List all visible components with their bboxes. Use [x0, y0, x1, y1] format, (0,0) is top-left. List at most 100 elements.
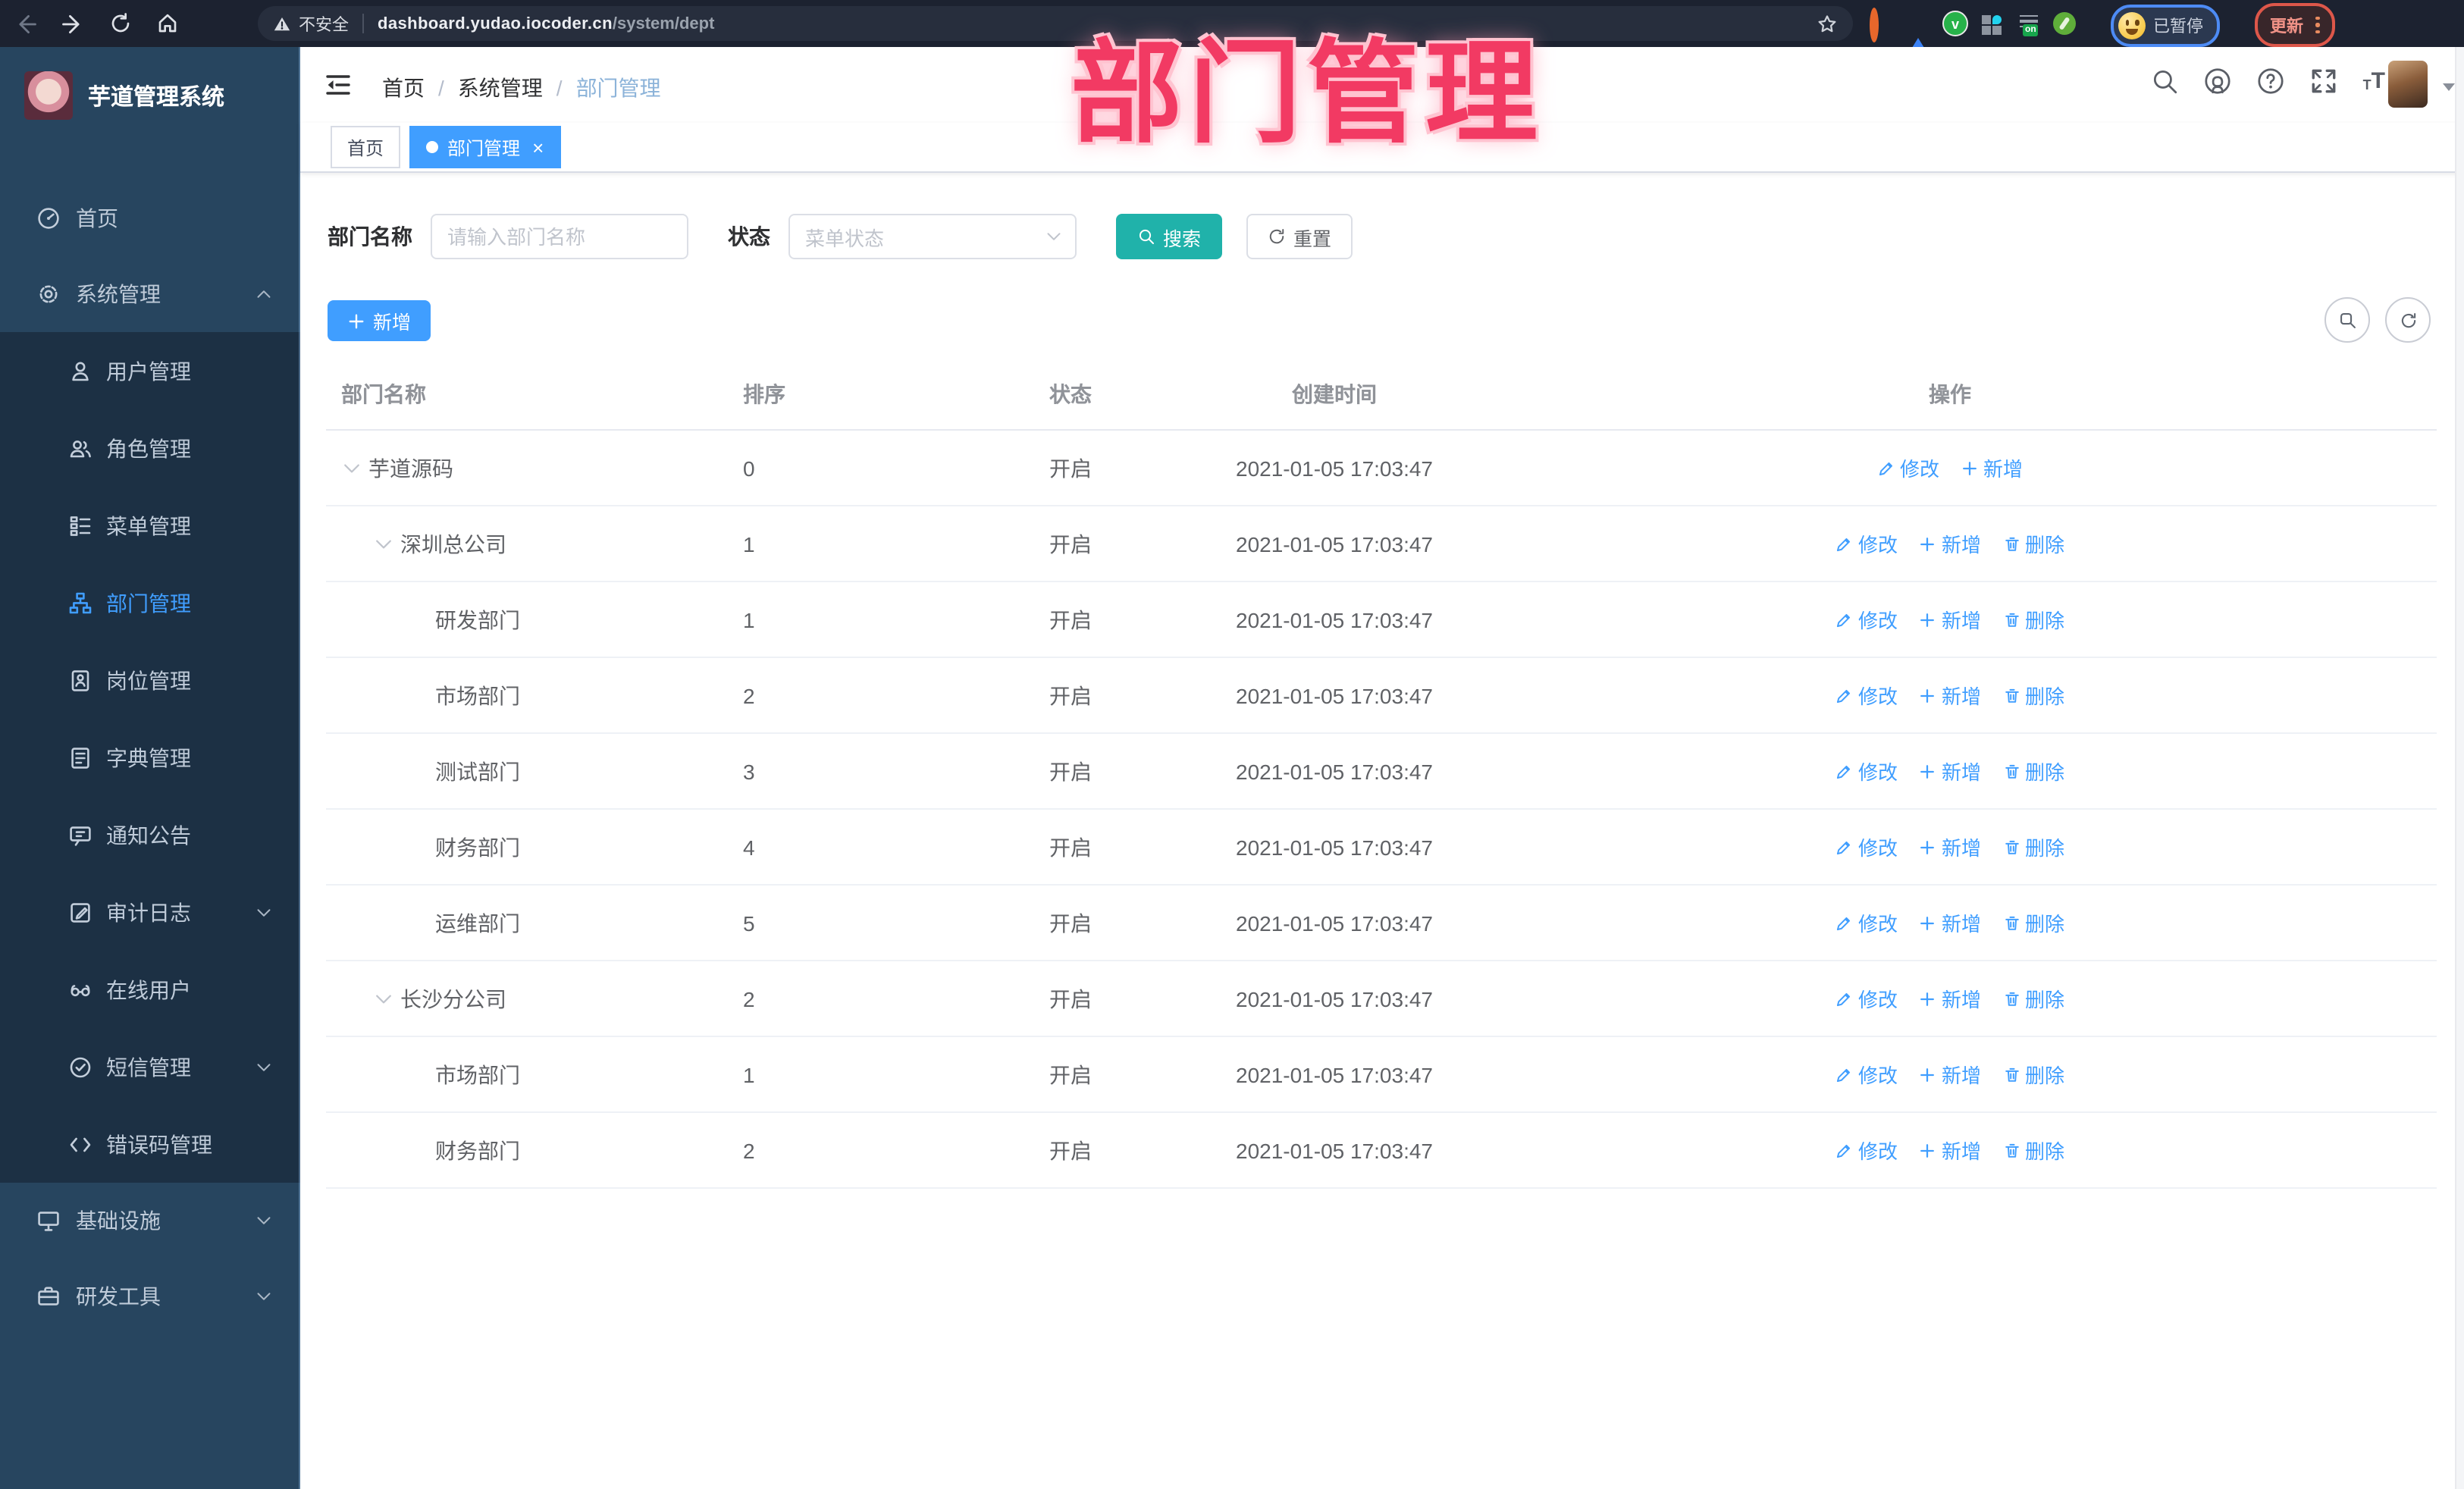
dept-name-input[interactable] [431, 214, 688, 259]
header-search-icon[interactable] [2151, 67, 2180, 96]
sidebar-item-审计日志[interactable]: 审计日志 [0, 873, 300, 951]
sidebar-item-部门管理[interactable]: 部门管理 [0, 564, 300, 641]
trash-icon [2002, 1141, 2020, 1159]
row-action-删除[interactable]: 删除 [2002, 908, 2064, 937]
fullscreen-icon[interactable] [2310, 67, 2339, 96]
sidebar-fold-icon[interactable] [324, 73, 352, 97]
badge-icon [68, 668, 92, 692]
sidebar-item-首页[interactable]: 首页 [0, 180, 300, 256]
row-action-删除[interactable]: 删除 [2002, 681, 2064, 710]
sidebar-item-岗位管理[interactable]: 岗位管理 [0, 641, 300, 719]
row-action-删除[interactable]: 删除 [2002, 984, 2064, 1013]
blue-gem-extension-icon[interactable] [1906, 11, 1930, 57]
sidebar-item-通知公告[interactable]: 通知公告 [0, 796, 300, 873]
sidebar-item-系统管理[interactable]: 系统管理 [0, 256, 300, 332]
row-action-新增[interactable]: 新增 [1919, 1136, 1981, 1165]
tab-dept[interactable]: 部门管理 × [409, 126, 561, 168]
tree-expand-icon[interactable] [341, 457, 362, 478]
row-action-新增[interactable]: 新增 [1919, 984, 1981, 1013]
squares-drop-extension-icon[interactable] [1980, 11, 2005, 36]
row-action-新增[interactable]: 新增 [1919, 605, 1981, 634]
tree-expand-icon[interactable] [373, 988, 394, 1009]
row-action-新增[interactable]: 新增 [1919, 681, 1981, 710]
browser-profile-chip[interactable]: 已暂停 [2111, 5, 2220, 47]
orange-ring-extension-icon[interactable] [1870, 7, 1894, 42]
row-action-修改[interactable]: 修改 [1835, 529, 1898, 558]
row-action-新增[interactable]: 新增 [1919, 1060, 1981, 1089]
row-action-删除[interactable]: 删除 [2002, 1136, 2064, 1165]
refresh-table-button[interactable] [2385, 297, 2431, 343]
breadcrumb-home[interactable]: 首页 [382, 73, 425, 103]
sidebar-item-字典管理[interactable]: 字典管理 [0, 719, 300, 796]
row-action-修改[interactable]: 修改 [1835, 908, 1898, 937]
row-action-修改[interactable]: 修改 [1835, 984, 1898, 1013]
help-icon[interactable] [2257, 67, 2286, 96]
row-action-修改[interactable]: 修改 [1877, 453, 1939, 482]
plus-icon [1919, 534, 1937, 553]
security-warning: 不安全 [273, 11, 349, 36]
chevron-up-icon [255, 285, 273, 303]
row-action-删除[interactable]: 删除 [2002, 529, 2064, 558]
row-action-修改[interactable]: 修改 [1835, 681, 1898, 710]
sidebar-item-短信管理[interactable]: 短信管理 [0, 1028, 300, 1105]
user-menu-caret-icon[interactable] [2443, 83, 2455, 97]
page-scrollbar[interactable] [2455, 47, 2464, 1489]
sidebar-item-用户管理[interactable]: 用户管理 [0, 332, 300, 409]
sidebar-item-菜单管理[interactable]: 菜单管理 [0, 487, 300, 564]
browser-back-icon[interactable] [12, 10, 39, 37]
update-label: 更新 [2270, 17, 2303, 36]
bookmark-star-icon[interactable] [1817, 13, 1838, 34]
row-action-删除[interactable]: 删除 [2002, 832, 2064, 861]
row-action-删除[interactable]: 删除 [2002, 1060, 2064, 1089]
sidebar-item-在线用户[interactable]: 在线用户 [0, 951, 300, 1028]
sidebar-item-基础设施[interactable]: 基础设施 [0, 1183, 300, 1259]
app-logo-row[interactable]: 芋道管理系统 [0, 47, 300, 141]
sidebar-item-label: 研发工具 [76, 1284, 161, 1309]
row-action-修改[interactable]: 修改 [1835, 1060, 1898, 1089]
address-bar[interactable]: 不安全 dashboard.yudao.iocoder.cn/system/de… [258, 6, 1853, 41]
add-button[interactable]: 新增 [328, 300, 431, 341]
sidebar-item-错误码管理[interactable]: 错误码管理 [0, 1105, 300, 1183]
search-button[interactable]: 搜索 [1116, 214, 1223, 259]
user-avatar[interactable] [2388, 61, 2428, 108]
puzzle-extension-icon[interactable] [2088, 11, 2112, 36]
tree-expand-icon[interactable] [373, 533, 394, 554]
row-action-修改[interactable]: 修改 [1835, 832, 1898, 861]
sidebar-item-研发工具[interactable]: 研发工具 [0, 1259, 300, 1334]
row-action-新增[interactable]: 新增 [1919, 757, 1981, 785]
row-action-新增[interactable]: 新增 [1919, 529, 1981, 558]
row-action-删除[interactable]: 删除 [2002, 757, 2064, 785]
browser-home-icon[interactable] [153, 10, 180, 37]
toggle-search-button[interactable] [2324, 297, 2370, 343]
reset-button[interactable]: 重置 [1246, 214, 1353, 259]
browser-forward-icon[interactable] [59, 10, 86, 37]
green-check-extension-icon[interactable]: v [1942, 11, 1968, 36]
browser-update-button[interactable]: 更新 [2255, 3, 2334, 47]
tab-home[interactable]: 首页 [331, 126, 401, 168]
dept-status: 开启 [1049, 683, 1092, 707]
online-user-icon [68, 977, 92, 1002]
trash-icon [2002, 610, 2020, 629]
row-action-新增[interactable]: 新增 [1961, 453, 2023, 482]
green-spoon-extension-icon[interactable] [2053, 12, 2076, 35]
row-action-删除[interactable]: 删除 [2002, 605, 2064, 634]
row-action-修改[interactable]: 修改 [1835, 1136, 1898, 1165]
security-label[interactable]: 不安全 [299, 11, 349, 36]
browser-menu-icon[interactable] [2315, 16, 2319, 34]
font-size-icon[interactable]: TT [2363, 70, 2385, 92]
breadcrumb-system[interactable]: 系统管理 [458, 73, 543, 103]
row-action-新增[interactable]: 新增 [1919, 832, 1981, 861]
row-action-新增[interactable]: 新增 [1919, 908, 1981, 937]
tab-close-icon[interactable]: × [532, 137, 544, 157]
breadcrumb: 首页 / 系统管理 / 部门管理 [382, 73, 661, 103]
sidebar-item-角色管理[interactable]: 角色管理 [0, 409, 300, 487]
proxy-on-extension-icon[interactable]: on [2017, 11, 2041, 36]
row-action-修改[interactable]: 修改 [1835, 757, 1898, 785]
dept-name: 市场部门 [435, 1062, 520, 1086]
browser-reload-icon[interactable] [106, 10, 133, 37]
dept-sort: 2 [743, 1138, 755, 1162]
github-icon[interactable] [2204, 67, 2233, 96]
row-action-修改[interactable]: 修改 [1835, 605, 1898, 634]
col-dept-name: 部门名称 [341, 382, 426, 406]
status-select[interactable]: 菜单状态 [788, 214, 1077, 259]
